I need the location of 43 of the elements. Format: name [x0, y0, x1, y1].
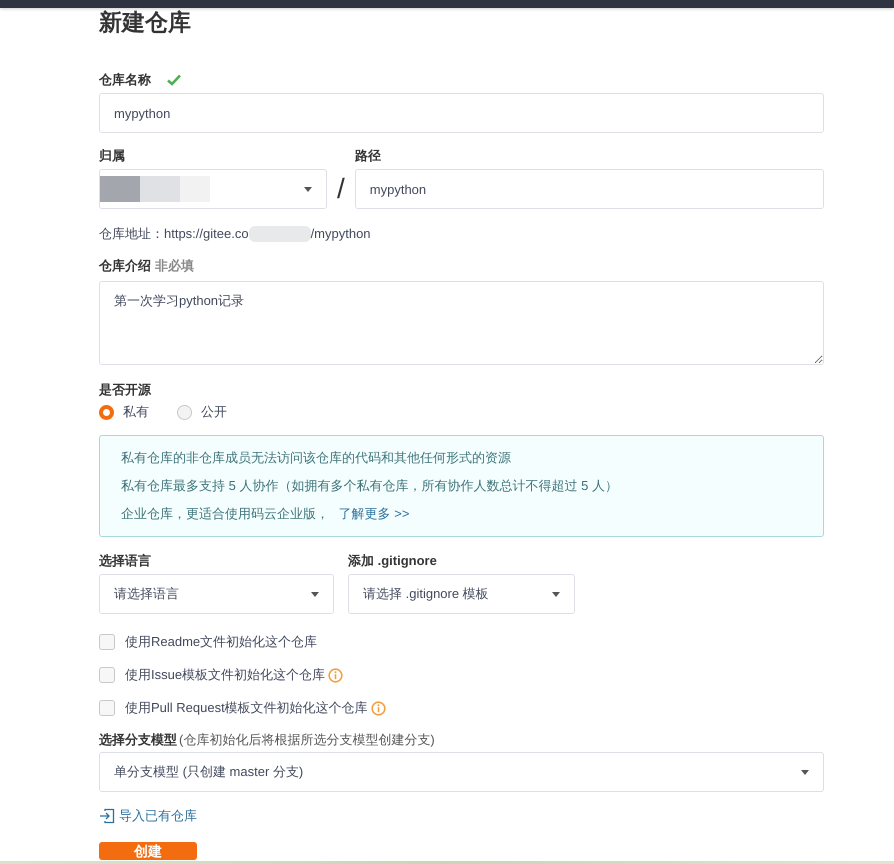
checkbox[interactable]	[99, 634, 115, 650]
field-label: 路径	[354, 147, 382, 165]
notice-text: 私有仓库最多支持 5 人协作（如拥有多个私有仓库，所有协作人数总计不得超过 5 人）	[121, 477, 619, 495]
field-label: 选择分支模型	[99, 731, 177, 749]
notice-text: 私有仓库的非仓库成员无法访问该仓库的代码和其他任何形式的资源	[121, 449, 512, 467]
field-label: 归属	[99, 147, 126, 165]
language-select[interactable]: 请选择语言	[99, 574, 334, 614]
caret-icon	[552, 592, 560, 596]
select-field[interactable]	[99, 169, 327, 209]
import-icon	[99, 808, 115, 824]
caret-icon	[311, 592, 319, 596]
path-separator: /	[336, 172, 346, 206]
field-hint: (仓库初始化后将根据所选分支模型创建分支)	[179, 731, 435, 749]
checkbox[interactable]	[99, 667, 115, 683]
repo-url: 仓库地址：https://gitee.co	[99, 225, 249, 243]
info-icon[interactable]	[370, 700, 386, 716]
checkbox[interactable]	[99, 700, 115, 716]
field-label: 选择语言	[99, 552, 152, 570]
radio-button[interactable]	[177, 404, 192, 420]
optional-hint: 非必填	[155, 257, 194, 275]
caret-icon	[801, 770, 809, 774]
radio-label: 私有	[123, 403, 149, 421]
gitignore-select[interactable]: 请选择 .gitignore 模板	[348, 574, 575, 614]
learn-more-link[interactable]: 了解更多 >>	[338, 506, 410, 521]
import-link[interactable]: 导入已有仓库	[119, 807, 197, 825]
radio-button[interactable]	[99, 404, 114, 420]
caret-icon	[304, 186, 312, 192]
checkbox-label: 使用Issue模板文件初始化这个仓库	[125, 666, 326, 684]
input-field[interactable]: mypython	[99, 93, 824, 133]
field-label: 仓库名称	[99, 71, 151, 89]
input-field[interactable]: mypython	[354, 169, 824, 209]
notice-text: 企业仓库，更适合使用码云企业版，	[121, 506, 329, 521]
checkbox-label: 使用Pull Request模板文件初始化这个仓库	[125, 699, 368, 717]
radio-label: 公开	[201, 403, 227, 421]
checkbox-label: 使用Readme文件初始化这个仓库	[125, 633, 318, 651]
branch-model-select[interactable]: 单分支模型 (只创建 master 分支)	[99, 752, 824, 792]
field-label: 添加 .gitignore	[348, 552, 438, 570]
description-field[interactable]: 第一次学习python记录	[99, 281, 824, 365]
field-label: 是否开源	[99, 381, 152, 399]
repo-url: /mypython	[310, 225, 371, 243]
info-icon[interactable]	[328, 668, 344, 682]
field-label: 仓库介绍	[99, 257, 151, 275]
page-title: 新建仓库	[99, 8, 192, 36]
